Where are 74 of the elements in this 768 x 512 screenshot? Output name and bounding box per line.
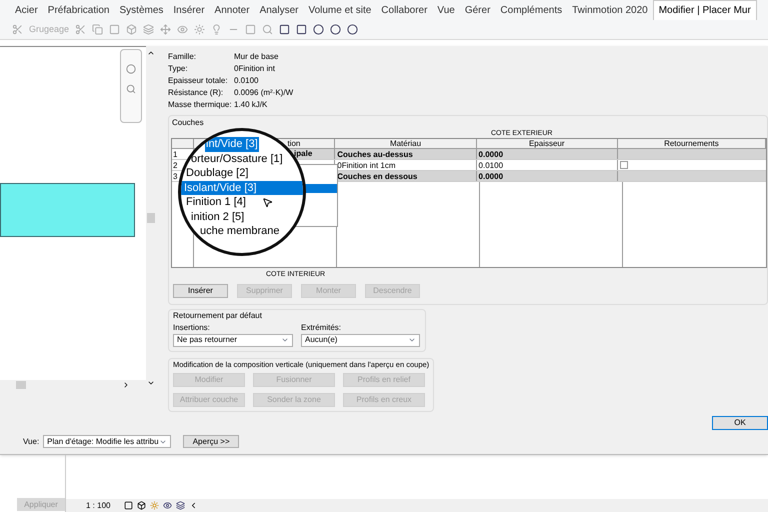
dialog-button[interactable]: Insérer xyxy=(173,284,228,298)
ribbon-tab[interactable]: Collaborer xyxy=(376,0,432,20)
property-label: Masse thermique: xyxy=(168,99,233,111)
property-label: Résistance (R): xyxy=(168,87,224,99)
dropdown-option[interactable]: Isolant/Vide [3] xyxy=(181,180,303,195)
caret-icon xyxy=(281,336,289,344)
mouse-cursor-icon xyxy=(262,197,273,208)
ribbon-tab[interactable]: Insérer xyxy=(168,0,210,20)
property-label: Epaisseur totale: xyxy=(168,75,229,87)
sun-icon[interactable] xyxy=(194,24,206,35)
box-icon[interactable] xyxy=(137,501,146,510)
search-icon[interactable] xyxy=(262,24,274,35)
circle-icon[interactable] xyxy=(330,24,342,35)
property-value: 0Finition int xyxy=(234,63,275,75)
dropdown-field[interactable]: Plan d'étage: Modifie les attribu xyxy=(43,435,172,448)
ribbon-tab[interactable]: Volume et site xyxy=(303,0,376,20)
table-cell: ipale xyxy=(294,148,312,160)
ribbon-tab[interactable]: Analyser xyxy=(254,0,304,20)
table-cell: 0.0100 xyxy=(476,160,618,170)
ribbon-tab[interactable]: Préfabrication xyxy=(42,0,114,20)
scissors-icon[interactable] xyxy=(75,24,86,35)
ribbon-tab[interactable]: Systèmes xyxy=(114,0,168,20)
ok-button[interactable]: OK xyxy=(712,416,768,430)
table-cell: Couches au-dessus xyxy=(335,149,477,159)
wrap-checkbox[interactable] xyxy=(620,161,628,169)
field-label: Extrémités: xyxy=(301,322,342,334)
dropdown-option[interactable]: inition 2 [5] xyxy=(181,210,244,224)
layers-icon[interactable] xyxy=(176,501,186,510)
column-header: Matériau xyxy=(335,139,477,148)
property-label: Type: xyxy=(168,63,189,75)
square-icon[interactable] xyxy=(279,24,290,35)
ribbon-tab[interactable]: Compléments xyxy=(495,0,568,20)
zoom-icon[interactable] xyxy=(126,84,136,94)
ribbon-tab[interactable]: Twinmotion 2020 xyxy=(567,0,653,20)
lightbulb-icon[interactable] xyxy=(211,24,222,35)
group-title: Retournement par défaut xyxy=(173,310,263,322)
scale-label[interactable]: 1 : 100 xyxy=(86,500,110,512)
field-label: Vue: xyxy=(23,436,40,448)
navigation-bar[interactable] xyxy=(120,49,142,123)
ribbon-tab[interactable]: Vue xyxy=(432,0,460,20)
wheel-icon[interactable] xyxy=(126,64,136,74)
scissors-icon[interactable] xyxy=(12,24,23,35)
dropdown-field[interactable]: Aucun(e) xyxy=(301,334,420,346)
dropdown-option[interactable]: Finition 1 [4] xyxy=(181,195,246,210)
dropdown-field[interactable]: Ne pas retourner xyxy=(173,334,293,346)
dropdown-value[interactable]: int/Vide [3] xyxy=(205,137,259,152)
property-value: 0.0096 (m²·K)/W xyxy=(234,87,294,99)
circle-icon[interactable] xyxy=(347,24,358,35)
circle-icon[interactable] xyxy=(313,24,324,35)
sun-icon[interactable] xyxy=(150,501,160,510)
table-cell: 0.0000 xyxy=(476,149,618,159)
caret-icon xyxy=(408,336,416,344)
column-header: Retournements xyxy=(618,139,766,148)
table-cell: 0.0000 xyxy=(476,171,618,181)
property-value: 0.0100 xyxy=(234,75,258,87)
copy-icon[interactable] xyxy=(92,24,104,35)
ribbon-tab[interactable]: Modifier | Placer Mur xyxy=(652,0,757,20)
ribbon-tab[interactable]: Gérer xyxy=(460,0,496,20)
preview-button[interactable]: Aperçu >> xyxy=(183,435,240,448)
field-label: Insertions: xyxy=(173,322,211,334)
ribbon-tab[interactable]: Acier xyxy=(10,0,43,20)
scrollbar-thumb[interactable] xyxy=(147,213,155,223)
ribbon-tab[interactable]: Annoter xyxy=(210,0,255,20)
column-header: Epaisseur xyxy=(476,139,618,148)
property-value: Mur de base xyxy=(234,51,278,63)
square-icon[interactable] xyxy=(124,501,134,510)
square-icon[interactable] xyxy=(296,24,308,35)
group-title: Couches xyxy=(171,117,205,129)
property-label: Famille: xyxy=(168,51,198,63)
property-value: 1.40 kJ/K xyxy=(234,99,268,111)
move-icon[interactable] xyxy=(160,24,172,35)
scrollbar-thumb[interactable] xyxy=(16,381,26,389)
dropdown-option[interactable]: uche membrane xyxy=(181,224,280,238)
eye-icon[interactable] xyxy=(163,501,172,510)
